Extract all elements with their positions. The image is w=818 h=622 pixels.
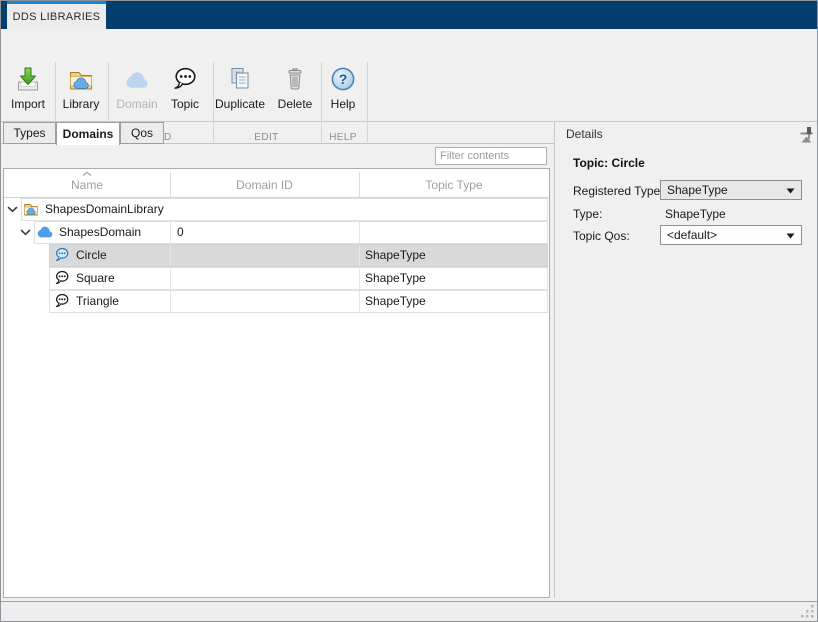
cell-divider (170, 222, 171, 243)
row-topic-type: ShapeType (365, 290, 426, 313)
duplicate-icon (226, 65, 254, 93)
library-button-label: Library (63, 97, 100, 111)
tab-qos-label: Qos (131, 126, 153, 140)
cell-divider (170, 291, 171, 312)
table-row-square[interactable]: Square ShapeType (4, 267, 549, 290)
cell-divider (170, 245, 171, 266)
topic-bubble-icon (171, 65, 199, 93)
row-domain-id: 0 (177, 221, 184, 244)
panel-splitter[interactable] (554, 122, 555, 598)
cell-divider (359, 245, 360, 266)
column-divider[interactable] (359, 172, 360, 197)
resize-grip-icon[interactable] (801, 605, 814, 618)
registered-type-label: Registered Type: (573, 184, 664, 198)
toolstrip-titlebar: DDS LIBRARIES (1, 1, 817, 29)
domain-cloud-icon (123, 65, 151, 93)
column-divider[interactable] (170, 172, 171, 197)
import-button[interactable]: Import (5, 61, 51, 123)
table-row-circle[interactable]: Circle ShapeType (4, 244, 549, 267)
pin-icon (804, 126, 814, 140)
topic-bubble-icon (54, 293, 70, 309)
row-box (49, 290, 548, 313)
topic-qos-dropdown[interactable]: <default> (660, 225, 802, 245)
filter-contents-input[interactable] (435, 147, 547, 165)
column-header-name[interactable]: Name (4, 178, 170, 192)
column-header-domain-id[interactable]: Domain ID (170, 178, 359, 192)
domain-button-label: Domain (116, 97, 157, 111)
sort-ascending-icon (82, 171, 92, 177)
type-label: Type: (573, 207, 602, 221)
tab-types[interactable]: Types (3, 122, 56, 144)
topic-qos-value: <default> (667, 228, 717, 242)
svg-text:?: ? (339, 71, 348, 87)
chevron-down-icon[interactable] (7, 206, 18, 213)
column-header-topic-type[interactable]: Topic Type (359, 178, 549, 192)
topic-bubble-icon (54, 270, 70, 286)
tab-dds-libraries-label: DDS LIBRARIES (13, 11, 101, 23)
tab-types-label: Types (13, 126, 45, 140)
import-button-label: Import (11, 97, 45, 111)
row-name: Square (76, 267, 115, 290)
import-icon (14, 65, 42, 93)
details-header: Details (566, 127, 603, 141)
row-box (49, 267, 548, 290)
tab-dds-libraries[interactable]: DDS LIBRARIES (7, 1, 106, 29)
tab-domains[interactable]: Domains (56, 122, 120, 145)
table-row-shapesdomain[interactable]: ShapesDomain 0 (4, 221, 549, 244)
delete-icon (281, 65, 309, 93)
domain-button[interactable]: Domain (113, 61, 161, 123)
tab-qos[interactable]: Qos (120, 122, 164, 144)
tab-domains-label: Domains (63, 127, 114, 141)
row-name: ShapesDomainLibrary (45, 198, 164, 221)
row-topic-type: ShapeType (365, 244, 426, 267)
topic-button[interactable]: Topic (163, 61, 207, 123)
chevron-down-icon (786, 233, 795, 239)
row-topic-type: ShapeType (365, 267, 426, 290)
delete-button-label: Delete (278, 97, 313, 111)
delete-button[interactable]: Delete (271, 61, 319, 123)
row-box (49, 244, 548, 267)
row-name: ShapesDomain (59, 221, 141, 244)
help-icon: ? (329, 65, 357, 93)
chevron-down-icon[interactable] (20, 229, 31, 236)
library-folder-icon (23, 201, 39, 217)
status-bar (1, 601, 817, 621)
library-folder-icon (67, 65, 95, 93)
row-name: Triangle (76, 290, 119, 313)
registered-type-value: ShapeType (667, 183, 728, 197)
library-button[interactable]: Library (58, 61, 104, 123)
help-button[interactable]: ? Help (325, 61, 361, 123)
toolstrip: Import Library Domain (1, 29, 817, 122)
pin-details-button[interactable] (804, 126, 814, 145)
duplicate-button-label: Duplicate (215, 97, 265, 111)
domains-tree-table: Name Domain ID Topic Type ShapesDomainLi… (3, 168, 550, 598)
cell-divider (359, 222, 360, 243)
dds-libraries-window: DDS LIBRARIES Import (0, 0, 818, 622)
topic-qos-label: Topic Qos: (573, 229, 630, 243)
type-value: ShapeType (665, 207, 726, 221)
cell-divider (359, 268, 360, 289)
table-row-triangle[interactable]: Triangle ShapeType (4, 290, 549, 313)
table-row-shapesdomainlibrary[interactable]: ShapesDomainLibrary (4, 198, 549, 221)
panel-tab-bar: Types Domains Qos (1, 122, 554, 144)
cell-divider (170, 268, 171, 289)
details-title: Topic: Circle (573, 156, 645, 170)
duplicate-button[interactable]: Duplicate (214, 61, 266, 123)
topic-bubble-icon (54, 247, 70, 263)
cell-divider (359, 291, 360, 312)
registered-type-dropdown[interactable]: ShapeType (660, 180, 802, 200)
table-header: Name Domain ID Topic Type (4, 169, 549, 197)
chevron-down-icon (786, 188, 795, 194)
row-name: Circle (76, 244, 107, 267)
domain-cloud-icon (37, 224, 53, 240)
help-button-label: Help (331, 97, 356, 111)
topic-button-label: Topic (171, 97, 199, 111)
